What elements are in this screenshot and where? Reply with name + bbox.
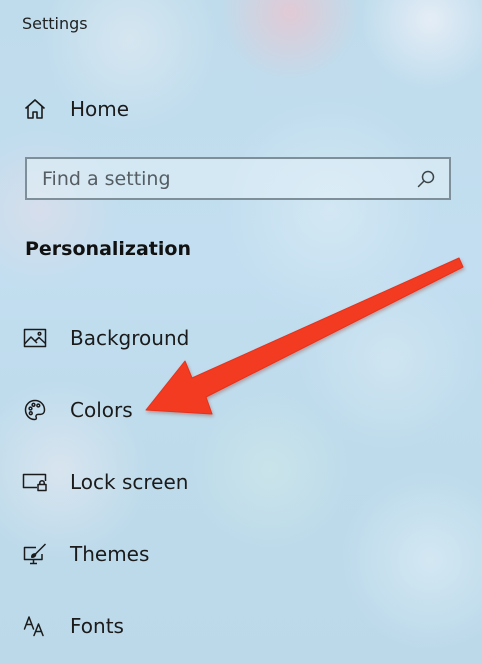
- nav-item-themes-label: Themes: [70, 542, 150, 566]
- nav-item-colors[interactable]: Colors: [22, 392, 322, 428]
- nav-item-background-label: Background: [70, 326, 190, 350]
- nav-item-home-label: Home: [70, 97, 130, 121]
- nav-item-background[interactable]: Background: [22, 320, 322, 356]
- nav-item-lock-screen[interactable]: Lock screen: [22, 464, 322, 500]
- search-icon[interactable]: [411, 164, 441, 194]
- nav-item-fonts[interactable]: Fonts: [22, 608, 322, 644]
- palette-icon: [22, 397, 48, 423]
- nav-item-themes[interactable]: Themes: [22, 536, 322, 572]
- section-heading: Personalization: [25, 238, 191, 260]
- fonts-icon: [22, 613, 48, 639]
- search-box[interactable]: [25, 157, 451, 200]
- nav-item-lock-screen-label: Lock screen: [70, 470, 189, 494]
- nav-item-fonts-label: Fonts: [70, 614, 124, 638]
- nav-item-colors-label: Colors: [70, 398, 133, 422]
- app-title: Settings: [22, 14, 88, 33]
- picture-icon: [22, 325, 48, 351]
- search-input[interactable]: [27, 159, 411, 198]
- themes-brush-icon: [22, 541, 48, 567]
- home-icon: [22, 96, 48, 122]
- lock-screen-icon: [22, 469, 48, 495]
- nav-item-home[interactable]: Home: [22, 91, 322, 127]
